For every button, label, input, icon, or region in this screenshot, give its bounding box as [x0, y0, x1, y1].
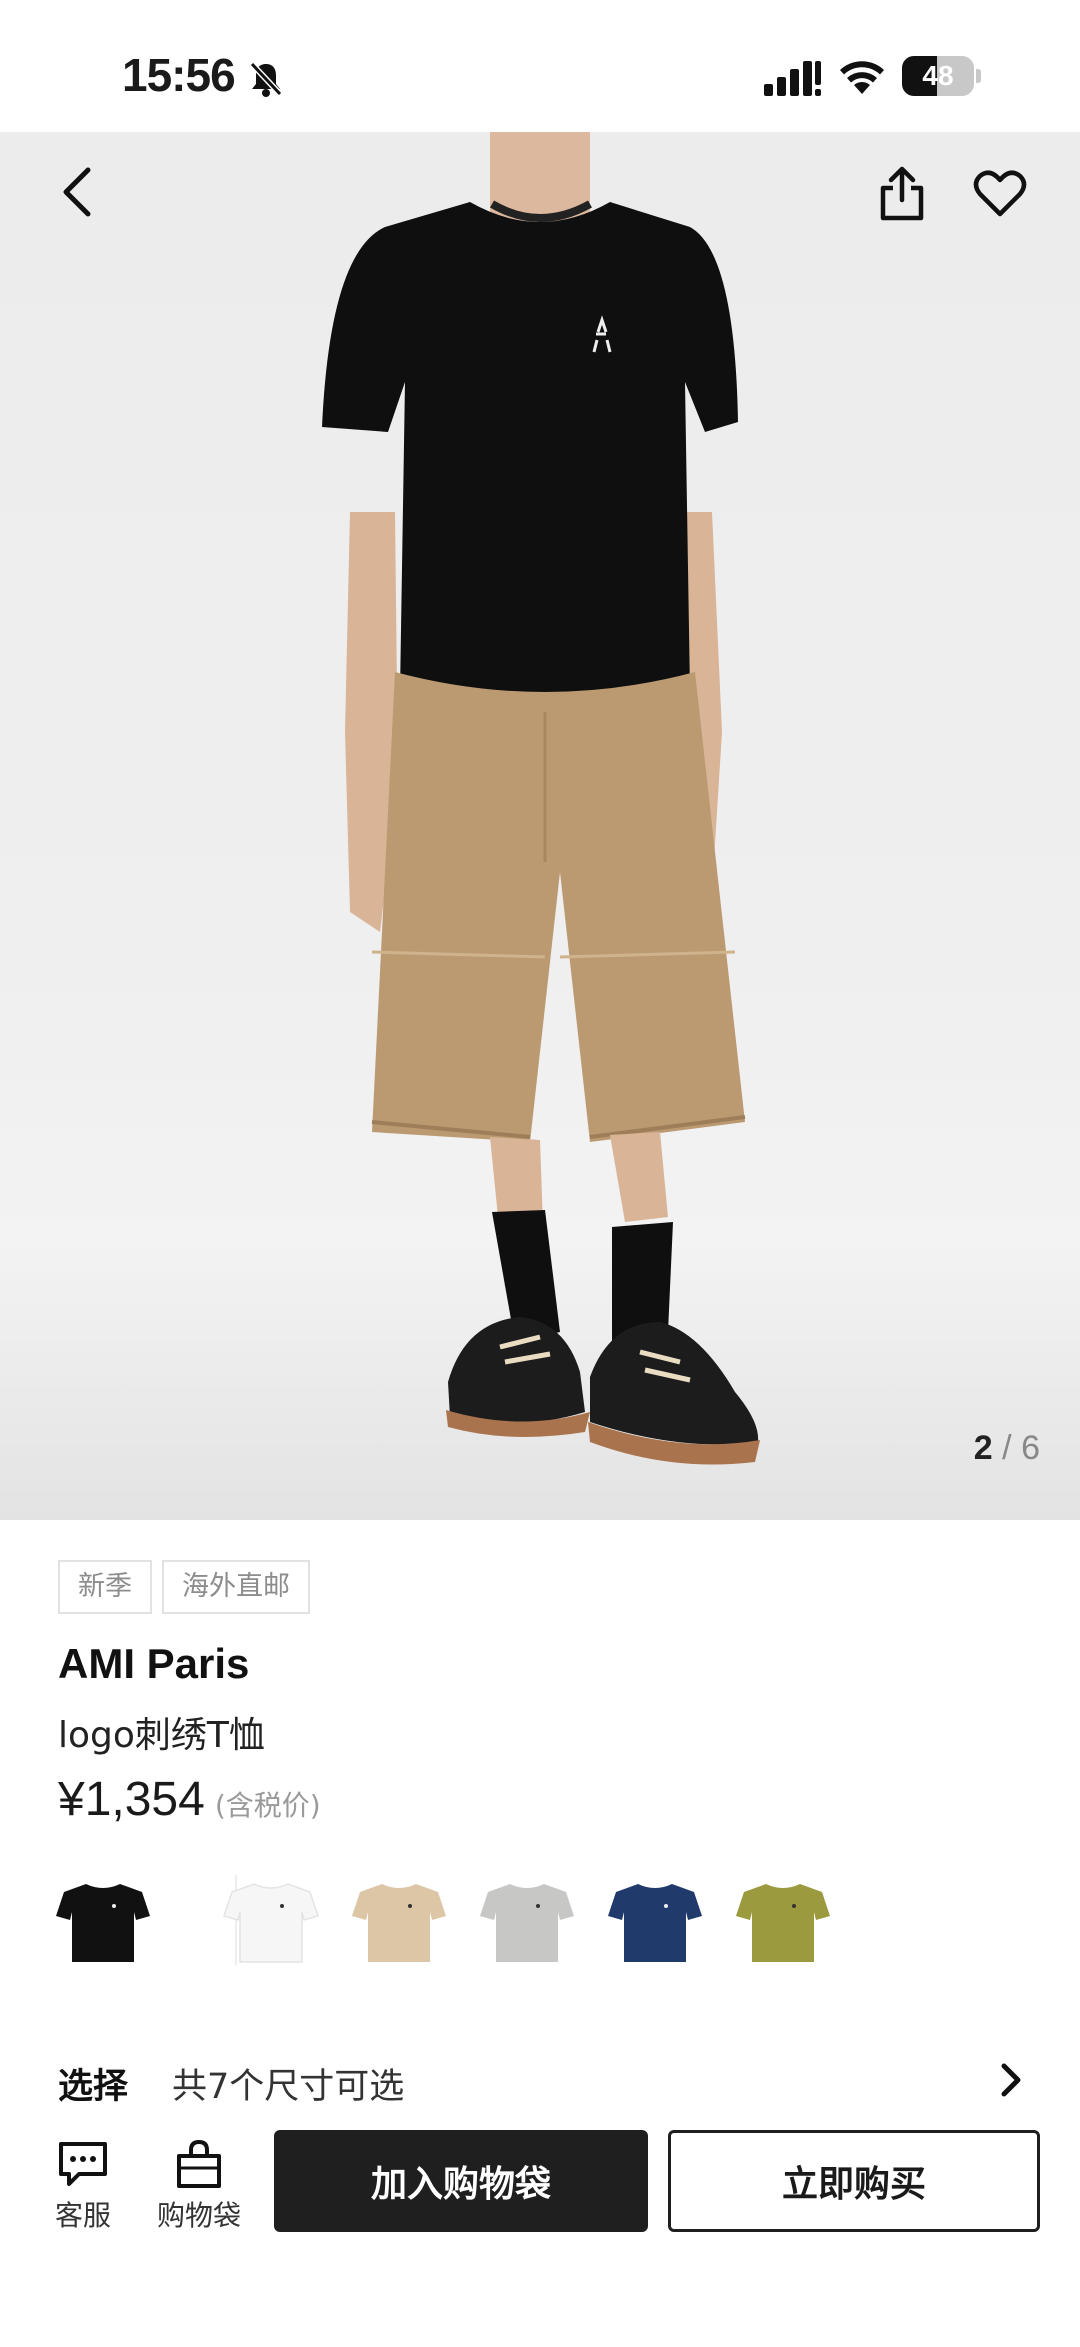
bottom-action-bar: 客服 购物袋 加入购物袋 立即购买: [0, 2120, 1080, 2347]
shopping-bag-label: 购物袋: [156, 2199, 241, 2232]
wifi-icon: [840, 61, 884, 94]
chat-icon: [59, 2142, 107, 2186]
signal-icon: [764, 61, 821, 96]
bag-icon: [177, 2139, 221, 2188]
status-time: 15:56: [122, 49, 236, 101]
gallery-total: 6: [1021, 1429, 1040, 1467]
customer-service-button[interactable]: 客服: [28, 2138, 138, 2234]
price: ¥1,354: [58, 1773, 205, 1826]
battery-indicator: 48: [902, 56, 981, 96]
color-swatch-black[interactable]: [48, 1870, 158, 1970]
customer-service-label: 客服: [54, 2199, 111, 2232]
buy-now-button[interactable]: 立即购买: [668, 2130, 1040, 2232]
gallery-separator: /: [1002, 1429, 1012, 1467]
price-row: ¥1,354 (含税价): [58, 1772, 321, 1827]
price-note: (含税价): [214, 1789, 321, 1822]
product-name: logo刺绣T恤: [58, 1715, 265, 1756]
status-bar: 15:56 48: [0, 0, 1080, 132]
brand-name[interactable]: AMI Paris: [58, 1640, 249, 1688]
color-swatch-grey[interactable]: [472, 1870, 582, 1970]
chevron-right-icon: [1001, 2063, 1021, 2097]
color-swatches: [48, 1870, 1048, 1970]
shopping-bag-button[interactable]: 购物袋: [144, 2138, 254, 2234]
back-icon[interactable]: [50, 162, 110, 222]
bell-off-icon: [249, 61, 283, 97]
product-image-gallery[interactable]: 2 / 6: [0, 132, 1080, 1520]
gallery-counter: 2 / 6: [974, 1429, 1040, 1468]
add-to-cart-button[interactable]: 加入购物袋: [274, 2130, 648, 2232]
size-summary: 共7个尺寸可选: [172, 2067, 405, 2107]
color-swatch-beige[interactable]: [344, 1870, 454, 1970]
product-tags: 新季 海外直邮: [58, 1560, 310, 1614]
heart-icon[interactable]: [970, 164, 1030, 224]
color-swatch-white[interactable]: [216, 1870, 326, 1970]
color-swatch-olive[interactable]: [728, 1870, 838, 1970]
size-selector[interactable]: 选择 共7个尺寸可选: [58, 2050, 1028, 2110]
battery-level: 48: [922, 60, 954, 91]
gallery-current: 2: [973, 1429, 993, 1467]
size-label: 选择: [58, 2067, 129, 2107]
tag-overseas-direct: 海外直邮: [162, 1560, 310, 1614]
product-image: [322, 132, 760, 1465]
color-swatch-navy[interactable]: [600, 1870, 710, 1970]
tag-new-season: 新季: [58, 1560, 152, 1614]
share-icon[interactable]: [872, 164, 932, 224]
